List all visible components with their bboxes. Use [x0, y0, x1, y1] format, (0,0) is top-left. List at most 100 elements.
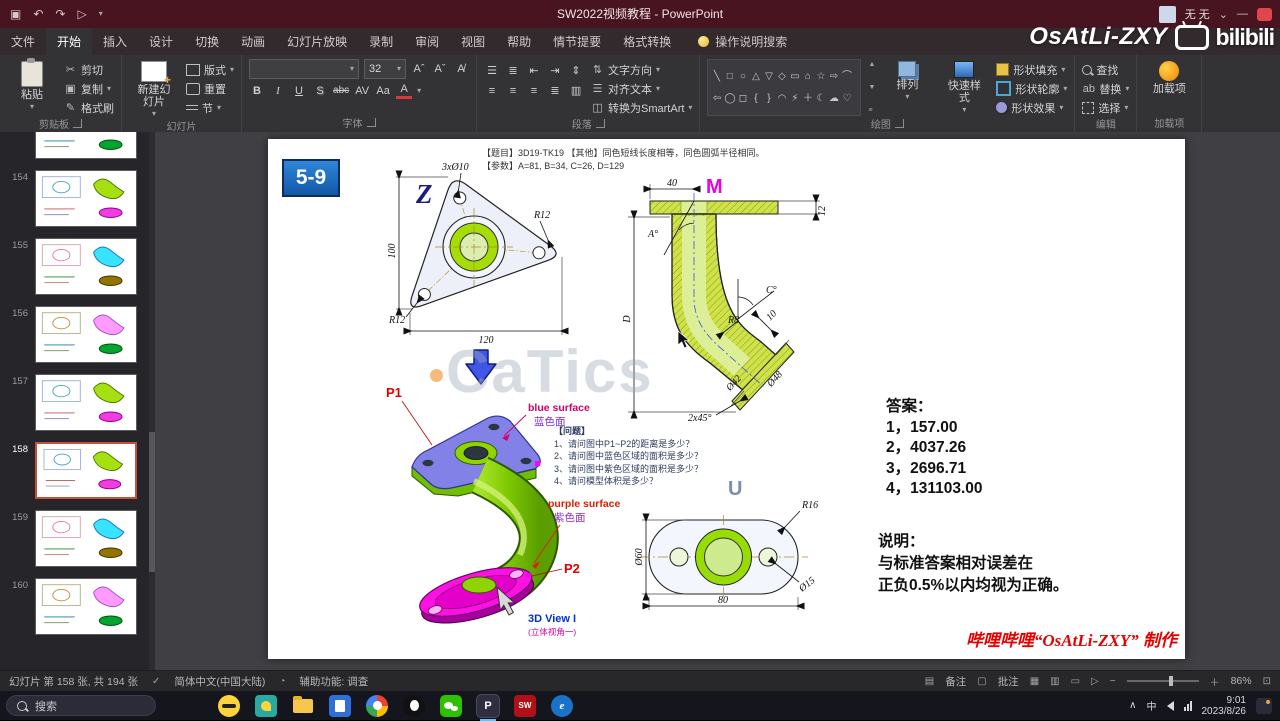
format-painter-button[interactable]: ✎ 格式刷	[64, 99, 114, 116]
slideshow-icon[interactable]: ▷	[77, 7, 86, 21]
tab-animations[interactable]: 动画	[230, 28, 276, 55]
font-color-button[interactable]: A	[396, 83, 413, 99]
select-button[interactable]: 选择 ▾	[1082, 99, 1129, 116]
line-spacing-icon[interactable]: ⇕	[568, 63, 584, 79]
tab-review[interactable]: 审阅	[404, 28, 450, 55]
clipboard-dialog-launcher-icon[interactable]	[73, 119, 82, 128]
tab-design[interactable]: 设计	[138, 28, 184, 55]
slide-thumbnail[interactable]	[6, 132, 149, 159]
volume-icon[interactable]	[1166, 700, 1174, 711]
justify-icon[interactable]: ≣	[547, 83, 563, 99]
underline-button[interactable]: U	[291, 83, 307, 99]
font-dialog-launcher-icon[interactable]	[366, 117, 376, 127]
bullets-icon[interactable]: ☰	[484, 63, 500, 79]
reading-view-icon[interactable]: ▭	[1071, 676, 1080, 687]
tab-insert[interactable]: 插入	[92, 28, 138, 55]
ime-indicator[interactable]: 中	[1147, 698, 1157, 713]
shape-fill-button[interactable]: 形状填充 ▾	[996, 61, 1067, 78]
arrange-button[interactable]: 排列 ▾	[882, 59, 932, 116]
slide-thumbnail-160[interactable]: 160	[6, 578, 149, 635]
slide-thumbnail-155[interactable]: 155	[6, 238, 149, 295]
network-icon[interactable]	[1183, 700, 1192, 711]
slide-158[interactable]: 5-9 【题目】3D19-TK19 【其他】同色短线长度相等，同色圆弧半径相同。…	[268, 139, 1185, 659]
tab-file[interactable]: 文件	[0, 28, 46, 55]
slide-sorter-icon[interactable]: ▥	[1050, 676, 1059, 687]
comments-button[interactable]: 批注	[998, 674, 1019, 689]
tray-expand-icon[interactable]: ∧	[1129, 700, 1136, 711]
slide-thumbnail-157[interactable]: 157	[6, 374, 149, 431]
shape-effects-button[interactable]: 形状效果 ▾	[996, 99, 1067, 116]
align-left-icon[interactable]: ≡	[484, 83, 500, 99]
fit-slide-icon[interactable]: ⊡	[1263, 676, 1271, 687]
tab-storyboard[interactable]: 情节提要	[542, 28, 612, 55]
bold-button[interactable]: B	[249, 83, 265, 99]
text-shadow-button[interactable]: S	[312, 83, 328, 99]
new-slide-button[interactable]: 新建幻灯片 ▾	[129, 59, 179, 118]
accessibility-status[interactable]: 辅助功能: 调查	[299, 674, 368, 689]
zoom-in-icon[interactable]: ＋	[1210, 674, 1220, 689]
notes-button[interactable]: 备注	[945, 674, 966, 689]
slide-thumbnail-159[interactable]: 159	[6, 510, 149, 567]
text-direction-button[interactable]: ⇅ 文字方向 ▾	[591, 61, 692, 78]
taskbar-clock[interactable]: 9:01 2023/8/26	[1202, 695, 1247, 717]
zoom-slider[interactable]	[1126, 676, 1199, 686]
italic-button[interactable]: I	[270, 83, 286, 99]
normal-view-icon[interactable]: ▦	[1030, 676, 1039, 687]
change-case-button[interactable]: Aa	[375, 83, 391, 99]
cut-button[interactable]: ✂ 剪切	[64, 61, 114, 78]
increase-font-size-button[interactable]: Aˆ	[411, 61, 427, 77]
columns-icon[interactable]: ▥	[568, 83, 584, 99]
browser-icon[interactable]	[366, 694, 388, 717]
redo-icon[interactable]: ↷	[55, 7, 65, 21]
zoom-out-icon[interactable]: −	[1110, 676, 1116, 687]
ribbon-options-icon[interactable]: ⌄	[1219, 8, 1228, 21]
user-avatar[interactable]	[1158, 5, 1176, 23]
taskbar-search[interactable]: 搜索	[6, 695, 156, 716]
decrease-indent-icon[interactable]: ⇤	[526, 63, 542, 79]
replace-button[interactable]: ab 替换 ▾	[1082, 80, 1130, 97]
minimize-icon[interactable]: —	[1237, 8, 1248, 20]
tab-view[interactable]: 视图	[450, 28, 496, 55]
qat-customize-caret[interactable]: ▾	[99, 10, 103, 18]
tab-slideshow[interactable]: 幻灯片放映	[276, 28, 358, 55]
duck-app-icon[interactable]	[218, 694, 240, 717]
align-center-icon[interactable]: ≡	[505, 83, 521, 99]
notification-center-icon[interactable]	[1256, 697, 1272, 714]
font-size-select[interactable]: 32 ▾	[364, 59, 407, 79]
increase-indent-icon[interactable]: ⇥	[547, 63, 563, 79]
solidworks-icon[interactable]: SW	[514, 694, 536, 717]
numbering-icon[interactable]: ≣	[505, 63, 521, 79]
section-button[interactable]: 节 ▾	[186, 99, 234, 116]
boot-app-icon[interactable]	[255, 694, 277, 717]
convert-smartart-button[interactable]: ◫ 转换为SmartArt ▾	[591, 99, 692, 116]
clear-formatting-button[interactable]: A̸	[453, 61, 469, 77]
qq-icon[interactable]	[403, 694, 425, 717]
align-right-icon[interactable]: ≡	[526, 83, 542, 99]
tab-help[interactable]: 帮助	[496, 28, 542, 55]
save-icon[interactable]: ▣	[10, 7, 21, 21]
font-name-select[interactable]: ▾	[249, 59, 360, 79]
shape-outline-button[interactable]: 形状轮廓 ▾	[996, 80, 1067, 97]
shapes-gallery-scrollbar[interactable]: ▲ ▼ ≡	[868, 59, 875, 116]
edge-browser-icon[interactable]: e	[551, 694, 573, 717]
wechat-icon[interactable]	[440, 694, 462, 717]
copy-button[interactable]: ▣ 复制 ▾	[64, 80, 114, 97]
undo-icon[interactable]: ↶	[33, 7, 43, 21]
tab-transitions[interactable]: 切换	[184, 28, 230, 55]
file-explorer-icon[interactable]	[292, 695, 314, 717]
align-text-button[interactable]: ☰ 对齐文本 ▾	[591, 80, 692, 97]
language-indicator[interactable]: 简体中文(中国大陆)	[174, 674, 265, 689]
reset-button[interactable]: 重置	[186, 80, 234, 97]
powerpoint-taskbar-icon[interactable]: P	[477, 694, 499, 721]
spellcheck-icon[interactable]: ✓	[152, 676, 160, 687]
decrease-font-size-button[interactable]: Aˇ	[432, 61, 448, 77]
slide-thumbnail-158-active[interactable]: 158	[6, 442, 149, 499]
strikethrough-button[interactable]: abc	[333, 83, 349, 99]
slide-thumbnail-156[interactable]: 156	[6, 306, 149, 363]
layout-button[interactable]: 版式 ▾	[186, 61, 234, 78]
docs-app-icon[interactable]	[329, 694, 351, 717]
character-spacing-button[interactable]: AV	[354, 83, 370, 99]
tab-record[interactable]: 录制	[358, 28, 404, 55]
zoom-level[interactable]: 86%	[1231, 675, 1252, 687]
tell-me-search[interactable]: 操作说明搜索	[698, 28, 787, 55]
